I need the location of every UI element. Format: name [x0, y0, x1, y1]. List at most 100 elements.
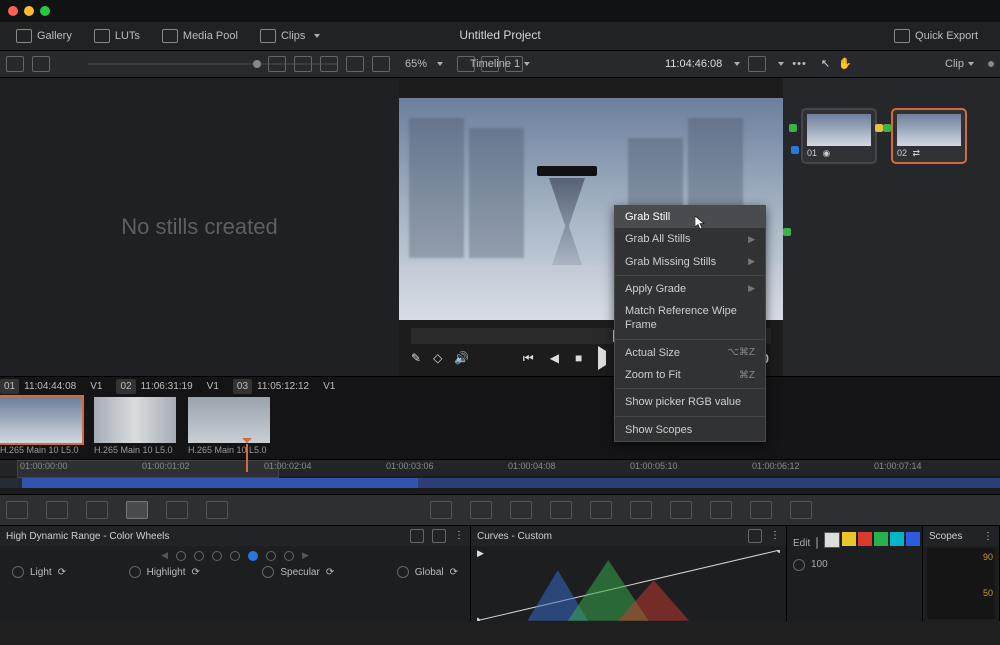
list-view-icon[interactable]	[320, 56, 338, 72]
motion-effects-icon[interactable]	[206, 501, 228, 519]
gallery-size-handle[interactable]	[253, 60, 261, 68]
hdr-wheels-icon[interactable]	[126, 501, 148, 519]
sort-icon[interactable]	[268, 56, 286, 72]
menu-zoom-to-fit[interactable]: Zoom to Fit⌘Z	[615, 364, 765, 386]
node-01[interactable]: 01 ◉	[801, 108, 877, 164]
timeline-playhead[interactable]	[246, 444, 248, 472]
page-dot[interactable]	[248, 551, 258, 561]
pointer-icon[interactable]: ↖	[821, 57, 830, 71]
channel-b[interactable]	[906, 532, 920, 546]
media-pool-tab[interactable]: Media Pool	[154, 26, 246, 46]
curve-mode-icon[interactable]	[748, 529, 762, 543]
page-dot[interactable]	[284, 551, 294, 561]
grid-view-icon[interactable]	[294, 56, 312, 72]
reset-icon[interactable]: ⟳	[191, 566, 199, 579]
curves-graph[interactable]: ▶	[477, 550, 780, 617]
reset-icon[interactable]: ⟳	[58, 566, 66, 579]
hand-icon[interactable]: ✋	[838, 57, 852, 71]
node-graph[interactable]: 01 ◉ 02 ⇄	[783, 78, 1000, 376]
menu-grab-still[interactable]: Grab Still	[615, 206, 765, 228]
stills-view-icon[interactable]	[6, 56, 24, 72]
qualifier-icon[interactable]	[510, 501, 532, 519]
expand-icon[interactable]	[372, 56, 390, 72]
clips-tab[interactable]: Clips	[252, 26, 328, 46]
graph-source-port[interactable]	[783, 228, 791, 236]
wheel-highlight[interactable]: Highlight⟳	[129, 566, 200, 579]
luts-tab[interactable]: LUTs	[86, 26, 148, 46]
sizing-icon[interactable]	[750, 501, 772, 519]
warper-icon[interactable]	[470, 501, 492, 519]
go-first-button[interactable]: ⏮	[523, 351, 534, 367]
page-dot[interactable]	[212, 551, 222, 561]
wheel-specular[interactable]: Specular⟳	[262, 566, 334, 579]
menu-match-reference[interactable]: Match Reference Wipe Frame	[615, 300, 765, 337]
next-page-icon[interactable]: ▶	[302, 550, 309, 562]
menu-apply-grade[interactable]: Apply Grade▶	[615, 278, 765, 300]
page-dot[interactable]	[194, 551, 204, 561]
panel-options-icon[interactable]: ⋮	[770, 529, 780, 543]
tracking-icon[interactable]	[590, 501, 612, 519]
mute-icon[interactable]: 🔊	[454, 351, 469, 367]
link-icon[interactable]	[816, 537, 818, 549]
panel-options-icon[interactable]: ⋮	[454, 529, 464, 543]
timeline-track[interactable]	[0, 478, 1000, 488]
maximize-window-button[interactable]	[40, 6, 50, 16]
blur-icon[interactable]	[670, 501, 692, 519]
step-back-button[interactable]: ◀	[550, 351, 559, 367]
stills-sort-icon[interactable]	[32, 56, 50, 72]
channel-c[interactable]	[890, 532, 904, 546]
soft-clip-value[interactable]: 100	[793, 558, 916, 571]
page-dot[interactable]	[230, 551, 240, 561]
wheel-global[interactable]: Global⟳	[397, 566, 458, 579]
prev-page-icon[interactable]: ◀	[161, 550, 168, 562]
key-icon[interactable]	[710, 501, 732, 519]
channel-luma[interactable]	[824, 532, 840, 548]
render-cache-icon[interactable]	[748, 56, 766, 72]
channel-r[interactable]	[858, 532, 872, 546]
magic-mask-icon[interactable]	[630, 501, 652, 519]
knob-icon[interactable]	[793, 559, 805, 571]
menu-show-picker-rgb[interactable]: Show picker RGB value	[615, 391, 765, 413]
node-zoom-handle[interactable]	[988, 61, 994, 67]
viewer-zoom-value[interactable]: 65%	[405, 57, 427, 71]
gallery-tab[interactable]: Gallery	[8, 26, 80, 46]
timeline-clip-segment[interactable]	[418, 478, 1000, 488]
reset-target-icon[interactable]	[432, 529, 446, 543]
master-timecode[interactable]: 11:04:46:08	[665, 57, 722, 71]
scope-display[interactable]: 90 50	[927, 548, 995, 619]
timeline-ruler[interactable]: 01:00:00:00 01:00:01:02 01:00:02:04 01:0…	[0, 460, 1000, 476]
clip-chip-02[interactable]: 0211:06:31:19	[116, 379, 192, 394]
camera-raw-icon[interactable]	[6, 501, 28, 519]
node-output-port[interactable]	[875, 124, 883, 132]
clip-thumb-01[interactable]: H.265 Main 10 L5.0	[0, 397, 82, 457]
page-dot[interactable]	[266, 551, 276, 561]
menu-actual-size[interactable]: Actual Size⌥⌘Z	[615, 342, 765, 364]
channel-y[interactable]	[842, 532, 856, 546]
timeline-clip-segment[interactable]	[22, 478, 418, 488]
channel-g[interactable]	[874, 532, 888, 546]
qualifier-icon[interactable]: ✎	[411, 351, 421, 367]
rgb-mixer-icon[interactable]	[166, 501, 188, 519]
search-icon[interactable]	[346, 56, 364, 72]
node-alpha-port[interactable]	[791, 146, 799, 154]
clip-selector[interactable]: Clip	[945, 58, 964, 70]
menu-grab-missing-stills[interactable]: Grab Missing Stills▶	[615, 251, 765, 273]
3d-icon[interactable]	[790, 501, 812, 519]
zone-icon[interactable]	[410, 529, 424, 543]
panel-options-icon[interactable]: ⋮	[983, 530, 993, 543]
menu-show-scopes[interactable]: Show Scopes	[615, 419, 765, 441]
menu-grab-all-stills[interactable]: Grab All Stills▶	[615, 228, 765, 250]
close-window-button[interactable]	[8, 6, 18, 16]
page-dot[interactable]	[176, 551, 186, 561]
timeline-selector[interactable]: Timeline 1	[470, 58, 520, 70]
node-input-port[interactable]	[789, 124, 797, 132]
minimize-window-button[interactable]	[24, 6, 34, 16]
wipe-icon[interactable]: ◇	[433, 351, 442, 367]
clip-thumb-02[interactable]: H.265 Main 10 L5.0	[94, 397, 176, 457]
quick-export-button[interactable]: Quick Export	[886, 26, 986, 46]
play-button[interactable]	[598, 351, 606, 367]
stop-button[interactable]: ■	[575, 351, 582, 367]
clip-thumb-03[interactable]: H.265 Main 10 L5.0	[188, 397, 270, 457]
window-icon[interactable]	[550, 501, 572, 519]
reset-icon[interactable]: ⟳	[450, 566, 458, 579]
